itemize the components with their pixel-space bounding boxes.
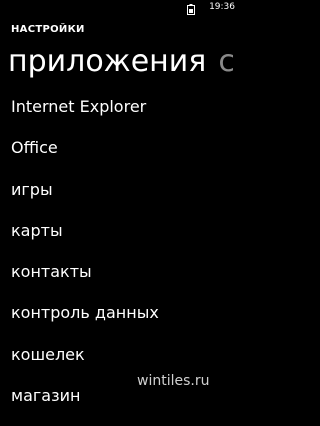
status-clock: 19:36 [209, 2, 235, 12]
list-item-office[interactable]: Office [11, 137, 240, 178]
section-title: НАСТРОЙКИ [11, 24, 85, 35]
status-bar: 19:36 [0, 0, 240, 16]
list-item-store[interactable]: магазин [11, 385, 240, 426]
watermark: wintiles.ru [137, 373, 210, 389]
list-item-internet-explorer[interactable]: Internet Explorer [11, 96, 240, 137]
list-item-games[interactable]: игры [11, 179, 240, 220]
list-item-data-sense[interactable]: контроль данных [11, 302, 240, 343]
pivot-item-next[interactable]: с [218, 44, 235, 79]
battery-icon [187, 4, 195, 15]
pivot-header: приложения с [8, 44, 235, 80]
list-item-maps[interactable]: карты [11, 220, 240, 261]
pivot-item-applications[interactable]: приложения [8, 44, 206, 79]
list-item-contacts[interactable]: контакты [11, 261, 240, 302]
